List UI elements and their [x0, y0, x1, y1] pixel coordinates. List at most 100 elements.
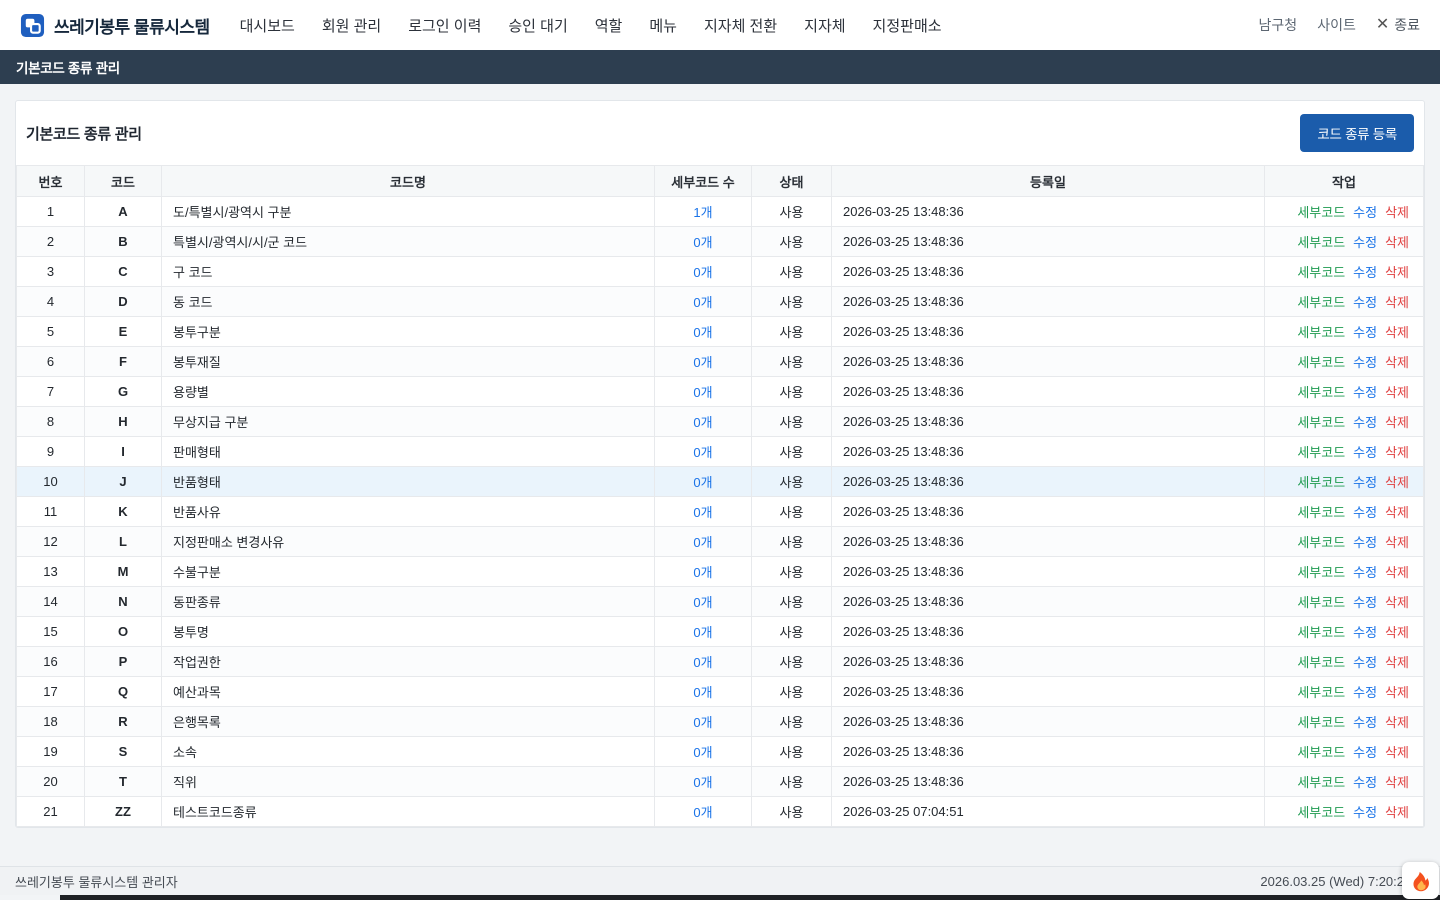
subcode-action-link[interactable]: 세부코드 — [1297, 505, 1345, 520]
subcode-count-link[interactable]: 0개 — [693, 475, 712, 490]
subcode-action-link[interactable]: 세부코드 — [1297, 535, 1345, 550]
nav-item[interactable]: 지정판매소 — [873, 15, 942, 36]
subcode-action-link[interactable]: 세부코드 — [1297, 775, 1345, 790]
nav-item[interactable]: 역할 — [595, 15, 623, 36]
edit-action-link[interactable]: 수정 — [1353, 265, 1377, 280]
edit-action-link[interactable]: 수정 — [1353, 775, 1377, 790]
edit-action-link[interactable]: 수정 — [1353, 685, 1377, 700]
subcode-action-link[interactable]: 세부코드 — [1297, 415, 1345, 430]
edit-action-link[interactable]: 수정 — [1353, 805, 1377, 820]
subcode-count-link[interactable]: 0개 — [693, 325, 712, 340]
subcode-count-link[interactable]: 0개 — [693, 745, 712, 760]
subcode-count-link[interactable]: 0개 — [693, 355, 712, 370]
edit-action-link[interactable]: 수정 — [1353, 535, 1377, 550]
delete-action-link[interactable]: 삭제 — [1385, 355, 1409, 370]
flame-button[interactable] — [1402, 862, 1439, 899]
delete-action-link[interactable]: 삭제 — [1385, 715, 1409, 730]
subcode-action-link[interactable]: 세부코드 — [1297, 205, 1345, 220]
subcode-count-link[interactable]: 0개 — [693, 655, 712, 670]
delete-action-link[interactable]: 삭제 — [1385, 235, 1409, 250]
brand[interactable]: 쓰레기봉투 물류시스템 — [20, 13, 210, 38]
subcode-count-link[interactable]: 0개 — [693, 775, 712, 790]
exit-button[interactable]: ✕ 종료 — [1376, 15, 1420, 35]
edit-action-link[interactable]: 수정 — [1353, 625, 1377, 640]
subcode-count-link[interactable]: 0개 — [693, 625, 712, 640]
row-count-cell: 0개 — [655, 677, 752, 707]
subcode-count-link[interactable]: 0개 — [693, 505, 712, 520]
edit-action-link[interactable]: 수정 — [1353, 205, 1377, 220]
subcode-action-link[interactable]: 세부코드 — [1297, 295, 1345, 310]
row-number-cell: 18 — [17, 707, 85, 737]
delete-action-link[interactable]: 삭제 — [1385, 775, 1409, 790]
delete-action-link[interactable]: 삭제 — [1385, 205, 1409, 220]
subcode-count-link[interactable]: 0개 — [693, 415, 712, 430]
subcode-action-link[interactable]: 세부코드 — [1297, 265, 1345, 280]
subcode-count-link[interactable]: 0개 — [693, 715, 712, 730]
subcode-action-link[interactable]: 세부코드 — [1297, 805, 1345, 820]
delete-action-link[interactable]: 삭제 — [1385, 655, 1409, 670]
delete-action-link[interactable]: 삭제 — [1385, 295, 1409, 310]
subcode-action-link[interactable]: 세부코드 — [1297, 355, 1345, 370]
edit-action-link[interactable]: 수정 — [1353, 235, 1377, 250]
delete-action-link[interactable]: 삭제 — [1385, 595, 1409, 610]
subcode-action-link[interactable]: 세부코드 — [1297, 565, 1345, 580]
edit-action-link[interactable]: 수정 — [1353, 295, 1377, 310]
edit-action-link[interactable]: 수정 — [1353, 595, 1377, 610]
subcode-action-link[interactable]: 세부코드 — [1297, 325, 1345, 340]
subcode-count-link[interactable]: 0개 — [693, 385, 712, 400]
subcode-action-link[interactable]: 세부코드 — [1297, 595, 1345, 610]
nav-item[interactable]: 메뉴 — [649, 15, 677, 36]
site-link[interactable]: 사이트 — [1317, 15, 1356, 35]
delete-action-link[interactable]: 삭제 — [1385, 325, 1409, 340]
subcode-count-link[interactable]: 0개 — [693, 535, 712, 550]
subcode-count-link[interactable]: 0개 — [693, 235, 712, 250]
edit-action-link[interactable]: 수정 — [1353, 505, 1377, 520]
subcode-count-link[interactable]: 0개 — [693, 595, 712, 610]
delete-action-link[interactable]: 삭제 — [1385, 385, 1409, 400]
subcode-action-link[interactable]: 세부코드 — [1297, 625, 1345, 640]
edit-action-link[interactable]: 수정 — [1353, 385, 1377, 400]
delete-action-link[interactable]: 삭제 — [1385, 415, 1409, 430]
edit-action-link[interactable]: 수정 — [1353, 445, 1377, 460]
nav-item[interactable]: 대시보드 — [240, 15, 295, 36]
edit-action-link[interactable]: 수정 — [1353, 565, 1377, 580]
delete-action-link[interactable]: 삭제 — [1385, 265, 1409, 280]
register-code-type-button[interactable]: 코드 종류 등록 — [1300, 114, 1414, 152]
delete-action-link[interactable]: 삭제 — [1385, 445, 1409, 460]
subcode-action-link[interactable]: 세부코드 — [1297, 655, 1345, 670]
delete-action-link[interactable]: 삭제 — [1385, 625, 1409, 640]
subcode-count-link[interactable]: 0개 — [693, 805, 712, 820]
delete-action-link[interactable]: 삭제 — [1385, 685, 1409, 700]
subcode-action-link[interactable]: 세부코드 — [1297, 685, 1345, 700]
delete-action-link[interactable]: 삭제 — [1385, 745, 1409, 760]
subcode-count-link[interactable]: 1개 — [693, 205, 712, 220]
edit-action-link[interactable]: 수정 — [1353, 475, 1377, 490]
subcode-action-link[interactable]: 세부코드 — [1297, 445, 1345, 460]
subcode-action-link[interactable]: 세부코드 — [1297, 715, 1345, 730]
delete-action-link[interactable]: 삭제 — [1385, 805, 1409, 820]
edit-action-link[interactable]: 수정 — [1353, 745, 1377, 760]
nav-item[interactable]: 지자체 전환 — [704, 15, 777, 36]
subcode-count-link[interactable]: 0개 — [693, 265, 712, 280]
delete-action-link[interactable]: 삭제 — [1385, 535, 1409, 550]
delete-action-link[interactable]: 삭제 — [1385, 565, 1409, 580]
subcode-count-link[interactable]: 0개 — [693, 295, 712, 310]
nav-item[interactable]: 승인 대기 — [508, 15, 567, 36]
subcode-action-link[interactable]: 세부코드 — [1297, 745, 1345, 760]
nav-item[interactable]: 지자체 — [804, 15, 845, 36]
nav-item[interactable]: 로그인 이력 — [408, 15, 481, 36]
nav-item[interactable]: 회원 관리 — [322, 15, 381, 36]
subcode-count-link[interactable]: 0개 — [693, 565, 712, 580]
edit-action-link[interactable]: 수정 — [1353, 415, 1377, 430]
subcode-action-link[interactable]: 세부코드 — [1297, 235, 1345, 250]
delete-action-link[interactable]: 삭제 — [1385, 505, 1409, 520]
edit-action-link[interactable]: 수정 — [1353, 325, 1377, 340]
subcode-action-link[interactable]: 세부코드 — [1297, 475, 1345, 490]
edit-action-link[interactable]: 수정 — [1353, 655, 1377, 670]
subcode-count-link[interactable]: 0개 — [693, 685, 712, 700]
edit-action-link[interactable]: 수정 — [1353, 355, 1377, 370]
delete-action-link[interactable]: 삭제 — [1385, 475, 1409, 490]
edit-action-link[interactable]: 수정 — [1353, 715, 1377, 730]
subcode-count-link[interactable]: 0개 — [693, 445, 712, 460]
subcode-action-link[interactable]: 세부코드 — [1297, 385, 1345, 400]
